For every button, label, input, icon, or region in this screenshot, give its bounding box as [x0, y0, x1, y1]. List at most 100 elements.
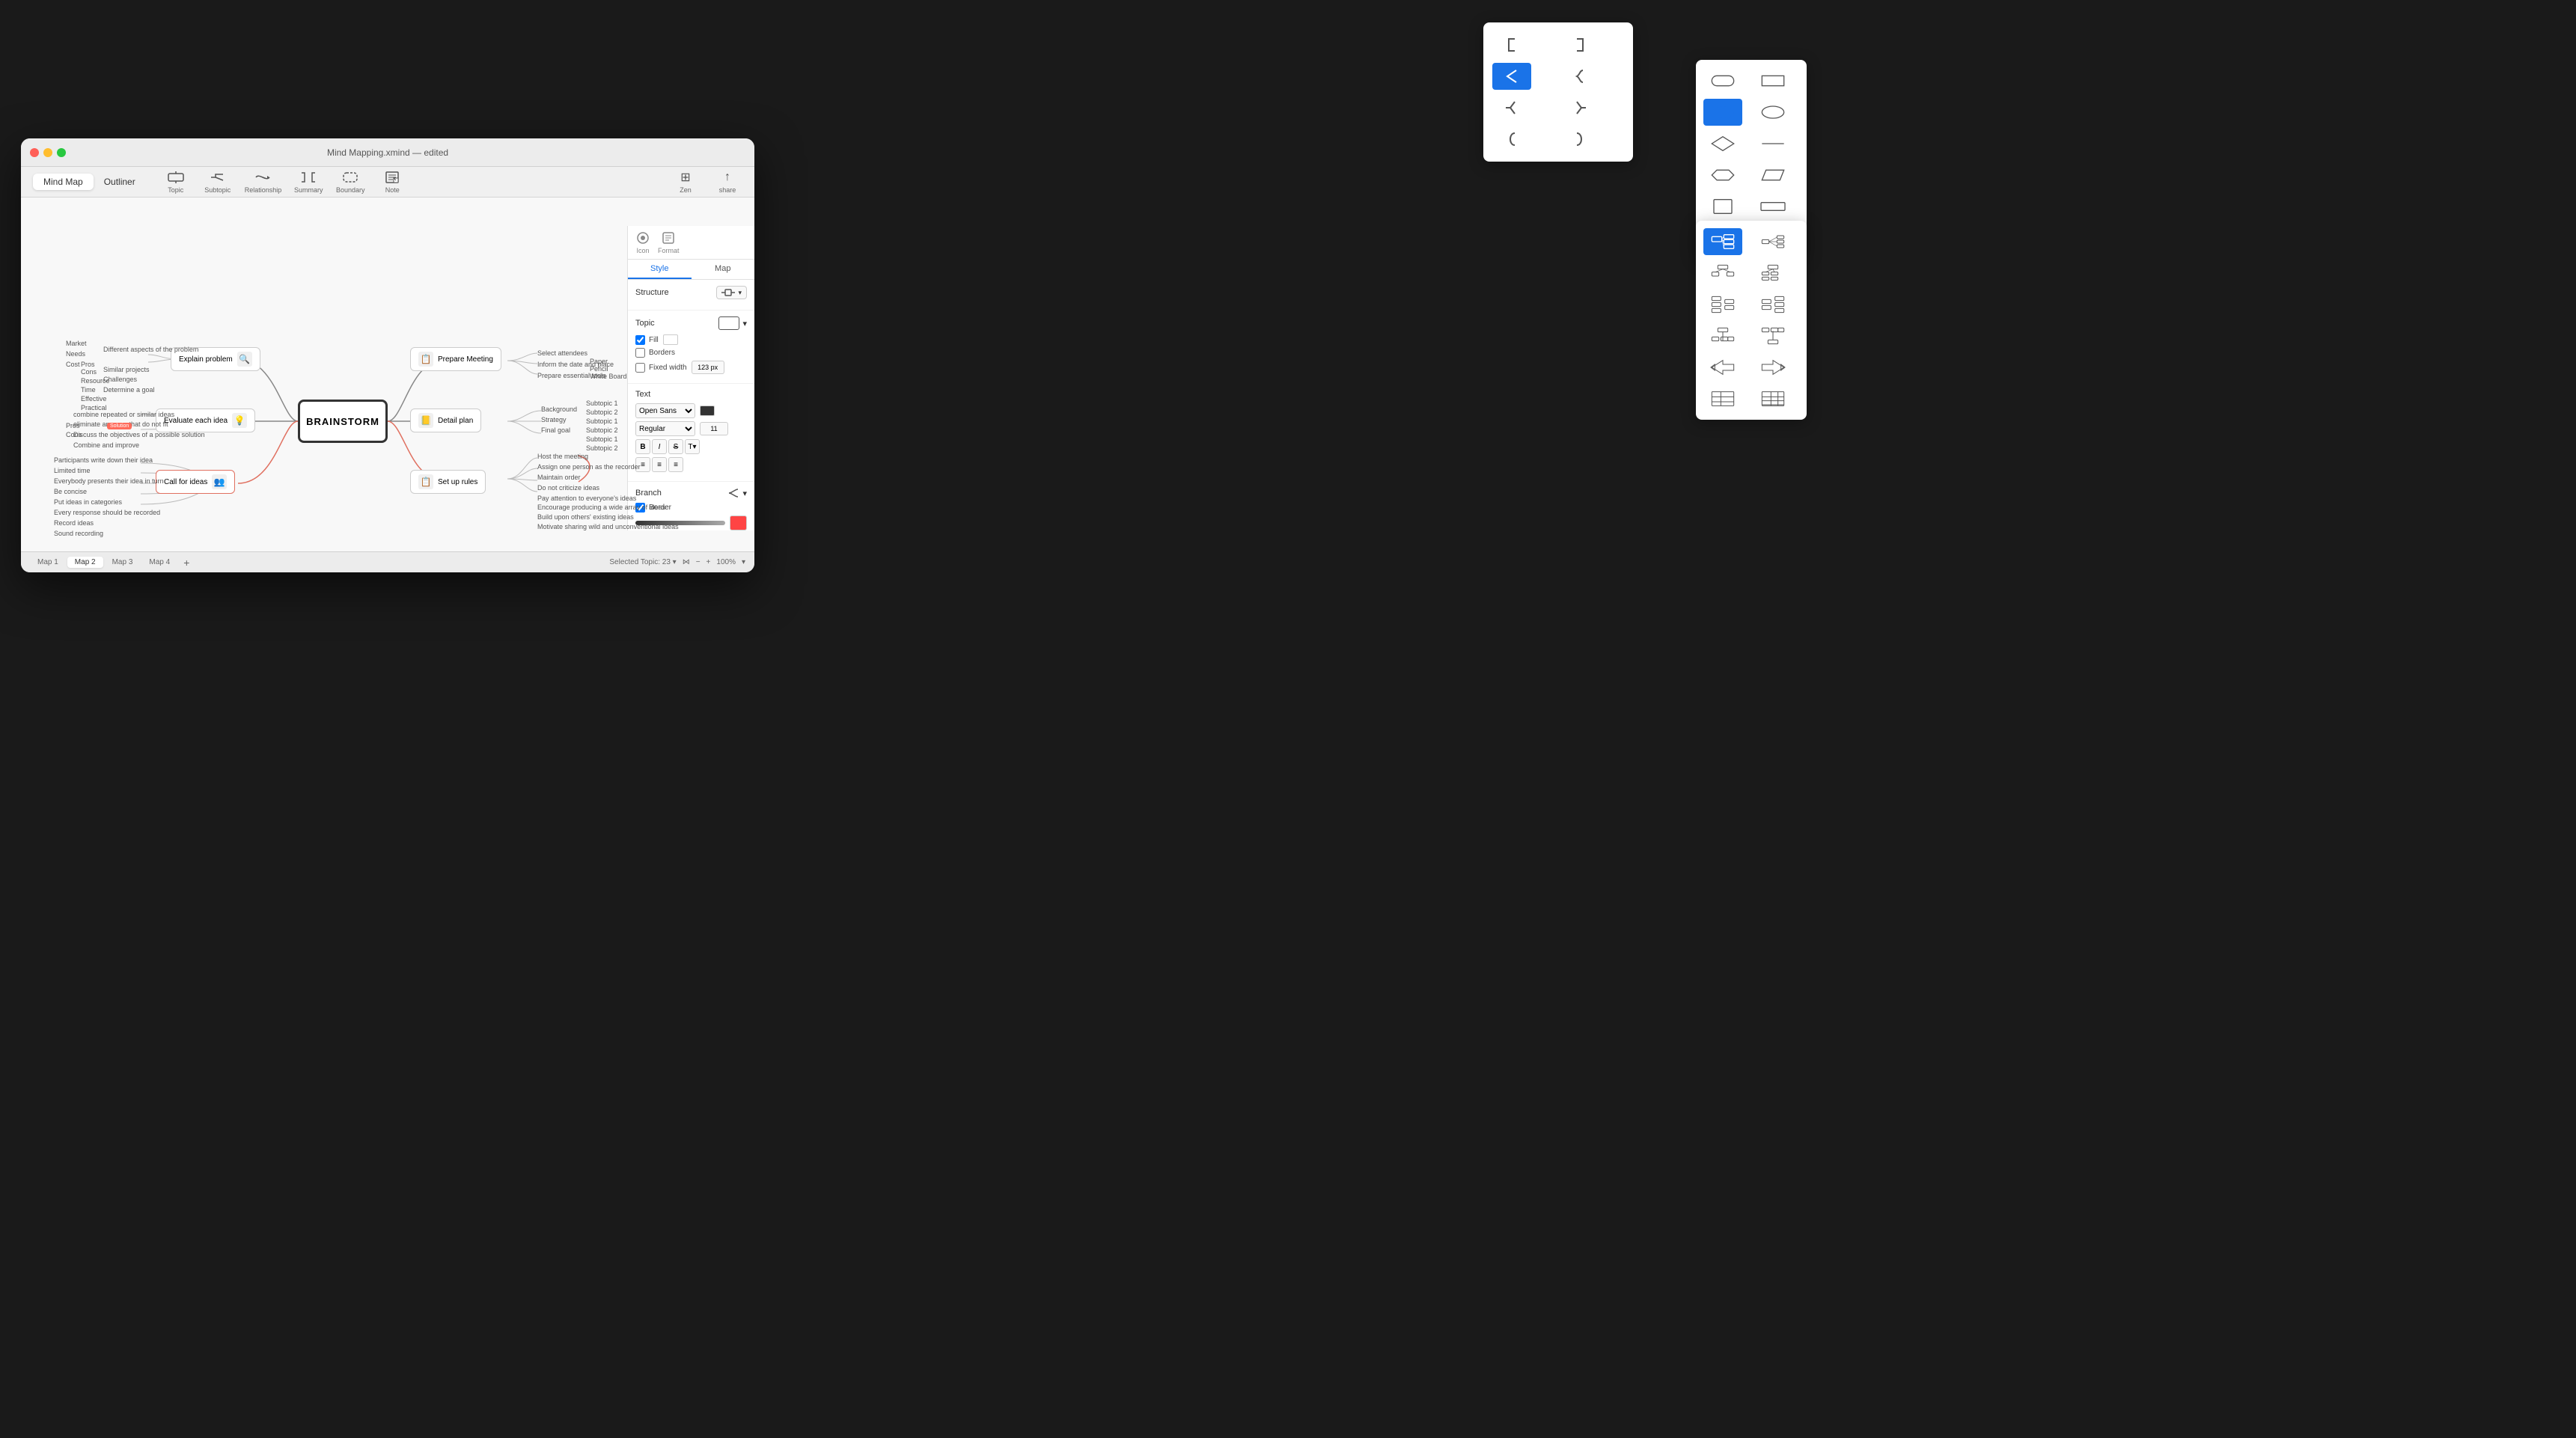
add-map-button[interactable]: + — [179, 557, 194, 569]
bracket-top-right-shape[interactable] — [1560, 31, 1599, 58]
map-tab[interactable]: Map — [692, 260, 755, 279]
icon-tab[interactable]: Icon — [635, 230, 650, 254]
relationship-tool[interactable]: Relationship — [245, 170, 282, 194]
bracket-top-left-shape[interactable] — [1492, 31, 1531, 58]
mindmap-tab[interactable]: Mind Map — [33, 174, 94, 190]
summary-tool[interactable]: Summary — [293, 170, 323, 194]
text-options-button[interactable]: T▾ — [685, 439, 700, 454]
bold-button[interactable]: B — [635, 439, 650, 454]
sub-resource: Resource — [81, 377, 110, 385]
sub-categories: Put ideas in categories — [54, 498, 122, 506]
sub-select-attendees: Select attendees — [537, 349, 587, 357]
table2-shape[interactable] — [1754, 385, 1792, 412]
close-button[interactable] — [30, 148, 39, 157]
wide-rect-shape[interactable] — [1754, 193, 1792, 220]
callideas-topic[interactable]: Call for ideas 👥 — [156, 470, 235, 494]
fixed-width-label: Fixed width — [649, 364, 687, 372]
panel-tabs: Style Map — [628, 260, 754, 280]
subtopic-tool[interactable]: Subtopic — [203, 170, 233, 194]
parallelogram-shape[interactable] — [1754, 162, 1792, 189]
font-select[interactable]: Open Sans — [635, 403, 695, 418]
fill-color-swatch[interactable] — [663, 334, 678, 345]
curly-brace-shape[interactable] — [1560, 63, 1599, 90]
hbox-selected-shape[interactable] — [1703, 228, 1742, 255]
t2-shape[interactable] — [1754, 322, 1792, 349]
italic-button[interactable]: I — [652, 439, 667, 454]
zoom-level[interactable]: 100% — [716, 558, 736, 566]
setup-rules-topic[interactable]: 📋 Set up rules — [410, 470, 486, 494]
boundary-tool[interactable]: Boundary — [335, 170, 365, 194]
format-tab[interactable]: Format — [658, 230, 680, 254]
minimize-button[interactable] — [43, 148, 52, 157]
t1-shape[interactable] — [1703, 322, 1742, 349]
text-color-swatch[interactable] — [700, 406, 715, 416]
bracket-shape-panel — [1483, 22, 1633, 162]
fill-checkbox-label[interactable]: Fill — [635, 335, 659, 345]
diamond-shape[interactable] — [1703, 130, 1742, 157]
structure-select[interactable]: ▾ — [716, 286, 747, 299]
map4-tab[interactable]: Map 4 — [141, 557, 177, 568]
table1-shape[interactable] — [1703, 385, 1742, 412]
tall-rect-shape[interactable] — [1703, 193, 1742, 220]
borders-checkbox[interactable] — [635, 348, 645, 358]
align-center-button[interactable]: ≡ — [652, 457, 667, 472]
ellipse-outline-shape[interactable] — [1754, 99, 1792, 126]
fixed-width-checkbox-label[interactable]: Fixed width — [635, 363, 687, 373]
sub-diff-aspects: Different aspects of the problem — [103, 346, 198, 353]
style-select[interactable]: Regular — [635, 421, 695, 436]
line-shape[interactable] — [1754, 130, 1792, 157]
vbox1-shape[interactable] — [1703, 260, 1742, 287]
borders-label: Borders — [649, 349, 675, 357]
fixed-width-checkbox[interactable] — [635, 363, 645, 373]
strikethrough-button[interactable]: S — [668, 439, 683, 454]
tick-left-shape[interactable] — [1492, 94, 1531, 121]
detail-plan-topic[interactable]: 📒 Detail plan — [410, 409, 481, 432]
share-icon: ↑ — [718, 170, 736, 185]
curve-left-shape[interactable] — [1492, 126, 1531, 153]
outliner-tab[interactable]: Outliner — [94, 174, 146, 190]
maximize-button[interactable] — [57, 148, 66, 157]
sub-pros2: Pros — [66, 422, 80, 429]
sharp-rect-shape[interactable] — [1754, 67, 1792, 94]
align-right-button[interactable]: ≡ — [668, 457, 683, 472]
sub-host: Host the meeting — [537, 453, 588, 460]
center-node[interactable]: BRAINSTORM — [298, 400, 388, 443]
fill-checkbox[interactable] — [635, 335, 645, 345]
arrows-right-shape[interactable] — [1754, 354, 1792, 381]
fixed-width-input[interactable]: 123 px — [692, 361, 724, 374]
sub-strategy: Strategy — [541, 416, 567, 423]
split2-shape[interactable] — [1754, 291, 1792, 318]
topic-style-box[interactable] — [718, 316, 739, 330]
vbox2-shape[interactable] — [1754, 260, 1792, 287]
hbox-shape[interactable] — [1754, 228, 1792, 255]
view-tabs: Mind Map Outliner — [33, 174, 146, 190]
ellipse-filled-shape[interactable] — [1703, 99, 1742, 126]
sub-pencil: Pencil — [590, 365, 608, 373]
map3-tab[interactable]: Map 3 — [105, 557, 141, 568]
zoom-out[interactable]: − — [696, 558, 701, 566]
topic-tool[interactable]: Topic — [161, 170, 191, 194]
split1-shape[interactable] — [1703, 291, 1742, 318]
arrows-left-shape[interactable] — [1703, 354, 1742, 381]
hexagon-shape[interactable] — [1703, 162, 1742, 189]
sub-everybody: Everybody presents their idea in turn — [54, 477, 164, 485]
map1-tab[interactable]: Map 1 — [30, 557, 66, 568]
borders-checkbox-label[interactable]: Borders — [635, 348, 675, 358]
curve-right-shape[interactable] — [1560, 126, 1599, 153]
map2-tab[interactable]: Map 2 — [67, 557, 103, 568]
sub-record: Every response should be recorded — [54, 509, 160, 516]
canvas-area[interactable]: BRAINSTORM 📋 Prepare Meeting 📒 Detail pl… — [21, 198, 754, 551]
branch-color-swatch[interactable] — [730, 515, 747, 530]
zoom-in[interactable]: + — [706, 558, 711, 566]
structure-section: Structure ▾ — [628, 280, 754, 310]
zen-tool[interactable]: ⊞ Zen — [671, 170, 701, 194]
rounded-rect-shape[interactable] — [1703, 67, 1742, 94]
prepare-meeting-topic[interactable]: 📋 Prepare Meeting — [410, 347, 501, 371]
font-size-input[interactable] — [700, 422, 728, 435]
style-tab[interactable]: Style — [628, 260, 692, 279]
status-bar: Map 1 Map 2 Map 3 Map 4 + Selected Topic… — [21, 551, 754, 572]
note-tool[interactable]: Note — [377, 170, 407, 194]
share-tool[interactable]: ↑ share — [712, 170, 742, 194]
tick-right-shape[interactable] — [1560, 94, 1599, 121]
chevron-left-shape[interactable] — [1492, 63, 1531, 90]
